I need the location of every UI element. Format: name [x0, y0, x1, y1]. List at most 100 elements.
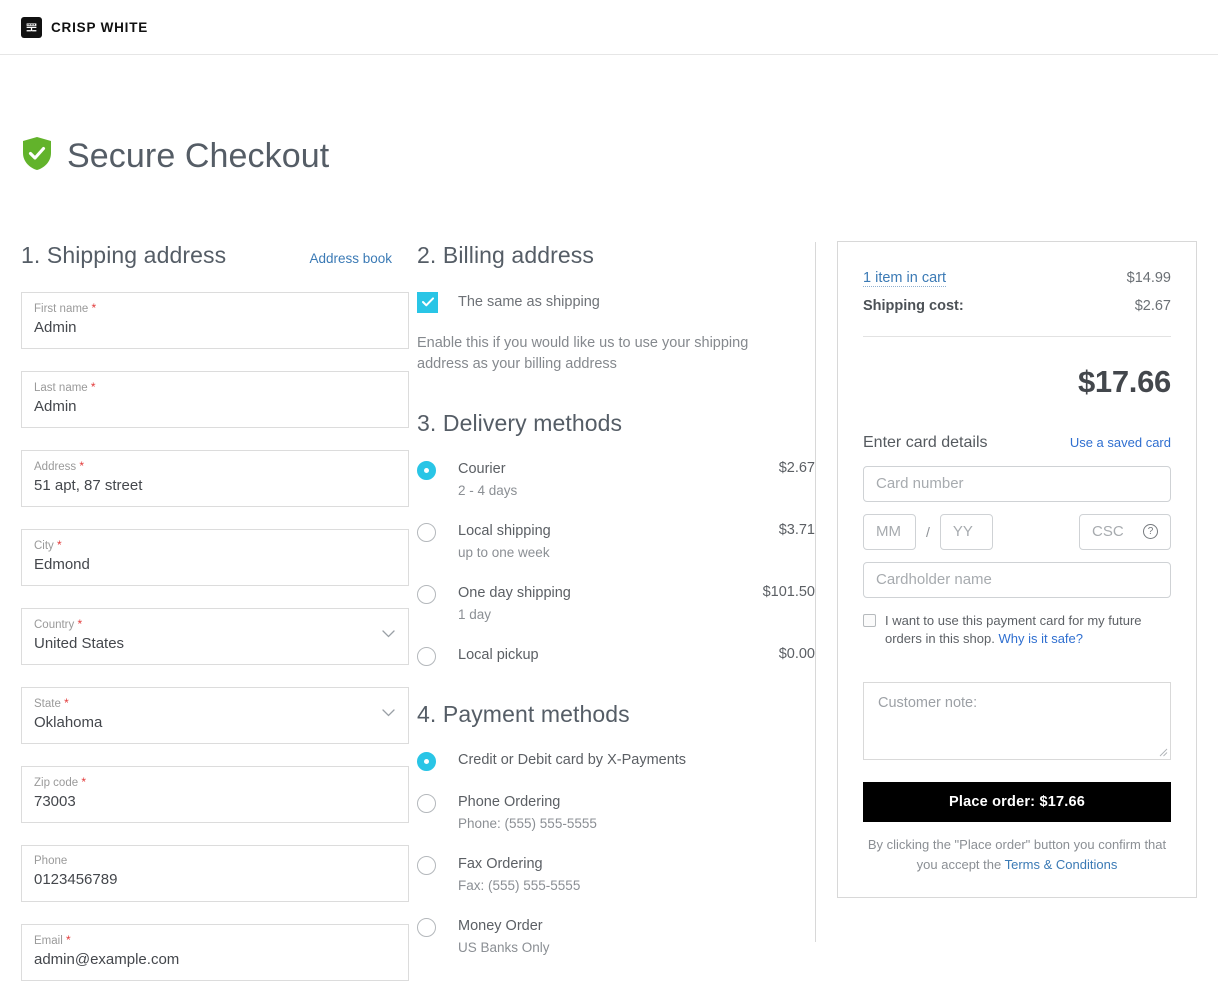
why-is-it-safe-link[interactable]: Why is it safe?	[998, 631, 1083, 646]
card-details-header: Enter card details Use a saved card	[863, 434, 1171, 452]
field-value: United States	[34, 634, 125, 652]
radio-subtitle: 2 - 4 days	[458, 482, 518, 498]
payment-section-header: 4. Payment methods	[417, 701, 815, 728]
radio-indicator[interactable]	[417, 917, 436, 937]
field-value: 51 apt, 87 street	[34, 476, 143, 494]
field-country[interactable]: Country * United States	[21, 607, 409, 665]
radio-indicator[interactable]	[417, 584, 436, 604]
radio-indicator[interactable]	[417, 646, 436, 666]
radio-option-local-shipping[interactable]: Local shipping up to one week $3.71	[417, 522, 815, 562]
field-value: Admin	[34, 397, 77, 415]
billing-helper-text: Enable this if you would like us to use …	[417, 334, 749, 372]
radio-indicator[interactable]	[417, 751, 436, 771]
chevron-down-icon[interactable]	[382, 629, 395, 638]
radio-indicator[interactable]	[417, 793, 436, 813]
field-zip-code[interactable]: Zip code * 73003	[21, 765, 409, 823]
expiry-year-input[interactable]: YY	[939, 513, 993, 550]
radio-indicator[interactable]	[417, 855, 436, 875]
field-city[interactable]: City * Edmond	[21, 528, 409, 586]
save-card-text: I want to use this payment card for my f…	[885, 612, 1171, 648]
radio-option-one-day-shipping[interactable]: One day shipping 1 day $101.50	[417, 584, 815, 624]
delivery-options-list: Courier 2 - 4 days $2.67 Local shipping up t…	[417, 460, 815, 666]
expiry-separator: /	[926, 523, 930, 540]
expiry-and-csc-row: MM / YY CSC ?	[863, 513, 1171, 550]
terms-and-conditions-link[interactable]: Terms & Conditions	[1005, 857, 1118, 872]
grand-total: $17.66	[1077, 363, 1171, 399]
field-value: Edmond	[34, 555, 90, 573]
required-asterisk: *	[91, 300, 97, 315]
radio-price: $3.71	[778, 521, 815, 538]
page-title: Secure Checkout	[67, 136, 330, 175]
radio-title: One day shipping	[458, 584, 571, 601]
field-last-name[interactable]: Last name * Admin	[21, 370, 409, 428]
save-card-row[interactable]: I want to use this payment card for my f…	[863, 612, 1171, 648]
expiry-month-input[interactable]: MM	[863, 513, 916, 550]
page-title-row: Secure Checkout	[21, 114, 1218, 199]
radio-option-money-order[interactable]: Money Order US Banks Only	[417, 917, 815, 957]
shield-check-icon	[21, 136, 53, 176]
radio-title: Local pickup	[458, 646, 539, 663]
delivery-methods-section: 3. Delivery methods Courier 2 - 4 days $2.…	[417, 410, 815, 666]
field-label: Address *	[34, 458, 85, 473]
use-saved-card-link[interactable]: Use a saved card	[1070, 435, 1171, 450]
radio-title: Money Order	[458, 917, 543, 934]
place-order-button[interactable]: Place order: $17.66	[863, 781, 1171, 822]
same-as-shipping-row[interactable]: The same as shipping	[417, 291, 815, 313]
field-label: Country *	[34, 616, 83, 631]
payment-heading: 4. Payment methods	[417, 700, 630, 727]
radio-title: Courier	[458, 460, 506, 477]
radio-body: Local shipping up to one week	[458, 522, 769, 562]
radio-option-fax-ordering[interactable]: Fax Ordering Fax: (555) 555-5555	[417, 855, 815, 895]
radio-body: Courier 2 - 4 days	[458, 460, 769, 500]
customer-note-textarea[interactable]: Customer note:	[863, 681, 1171, 760]
save-card-checkbox[interactable]	[863, 613, 876, 627]
radio-subtitle: 1 day	[458, 606, 492, 622]
required-asterisk: *	[57, 537, 62, 552]
radio-body: Local pickup	[458, 646, 769, 664]
field-phone[interactable]: Phone 0123456789	[21, 844, 409, 902]
shipping-cost-row: Shipping cost: $2.67	[863, 298, 1171, 314]
chevron-down-icon[interactable]	[382, 708, 395, 717]
radio-body: Fax Ordering Fax: (555) 555-5555	[458, 855, 815, 895]
radio-body: Phone Ordering Phone: (555) 555-5555	[458, 793, 815, 833]
billing-heading: 2. Billing address	[417, 241, 594, 268]
cart-items-link[interactable]: 1 item in cart	[863, 270, 946, 287]
order-summary-panel: 1 item in cart $14.99 Shipping cost: $2.…	[837, 240, 1197, 898]
radio-subtitle: Phone: (555) 555-5555	[458, 815, 597, 831]
radio-option-credit-or-debit-card-by-x-payments[interactable]: Credit or Debit card by X-Payments	[417, 751, 815, 771]
field-state[interactable]: State * Oklahoma	[21, 686, 409, 744]
radio-title: Credit or Debit card by X-Payments	[458, 751, 687, 768]
same-as-shipping-label: The same as shipping	[458, 294, 600, 311]
customer-note-placeholder: Customer note:	[878, 694, 978, 711]
payment-methods-section: 4. Payment methods Credit or Debit card …	[417, 701, 815, 957]
store-front-icon	[21, 16, 42, 38]
field-label: Phone	[34, 854, 68, 867]
cardholder-name-input[interactable]: Cardholder name	[863, 561, 1171, 598]
card-number-input[interactable]: Card number	[863, 465, 1171, 502]
radio-body: Money Order US Banks Only	[458, 917, 815, 957]
radio-price: $0.00	[778, 645, 815, 662]
resize-handle-icon[interactable]	[1158, 747, 1168, 757]
brand-logo[interactable]: CRISP WHITE	[21, 16, 149, 38]
cart-items-value: $14.99	[1126, 269, 1171, 286]
radio-option-local-pickup[interactable]: Local pickup $0.00	[417, 646, 815, 666]
summary-divider	[863, 335, 1171, 337]
field-address[interactable]: Address * 51 apt, 87 street	[21, 449, 409, 507]
csc-input[interactable]: CSC ?	[1079, 513, 1171, 550]
radio-indicator[interactable]	[417, 460, 436, 480]
radio-title: Local shipping	[458, 522, 551, 539]
shipping-fields: First name * Admin Last name * Admin Address…	[21, 291, 409, 981]
field-email[interactable]: Email * admin@example.com	[21, 923, 409, 981]
radio-subtitle: up to one week	[458, 544, 550, 560]
radio-indicator[interactable]	[417, 522, 436, 542]
radio-option-courier[interactable]: Courier 2 - 4 days $2.67	[417, 460, 815, 500]
address-book-link[interactable]: Address book	[309, 251, 392, 266]
field-label: Zip code *	[34, 774, 86, 789]
card-details-widget: Enter card details Use a saved card Card…	[863, 434, 1171, 648]
brand-name: CRISP WHITE	[51, 19, 149, 35]
radio-option-phone-ordering[interactable]: Phone Ordering Phone: (555) 555-5555	[417, 793, 815, 833]
radio-subtitle: Fax: (555) 555-5555	[458, 877, 581, 893]
same-as-shipping-checkbox[interactable]	[417, 291, 438, 313]
field-first-name[interactable]: First name * Admin	[21, 291, 409, 349]
question-mark-circle-icon[interactable]: ?	[1143, 524, 1158, 540]
